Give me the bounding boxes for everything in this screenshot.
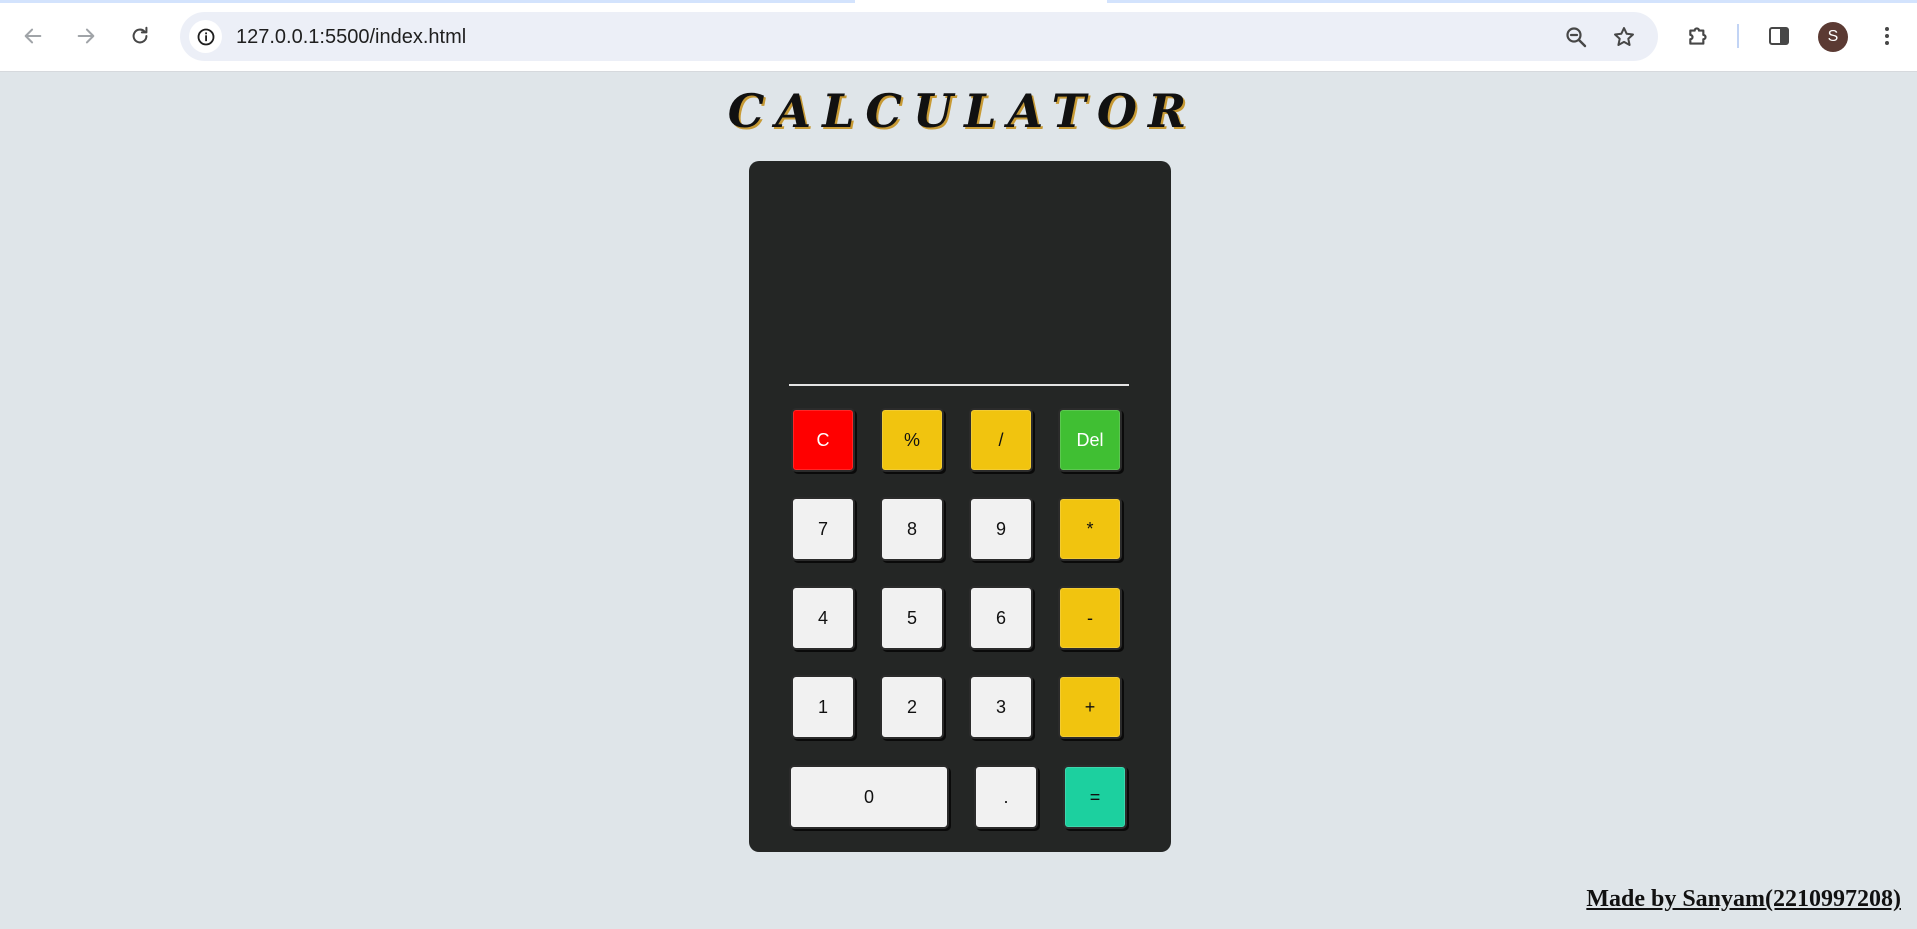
side-panel-icon: [1769, 27, 1789, 45]
reload-icon: [132, 26, 148, 44]
digit-7-button[interactable]: 7: [791, 497, 855, 561]
digit-1-button[interactable]: 1: [791, 675, 855, 739]
display-divider: [789, 384, 1129, 386]
arrow-right-icon: [77, 28, 95, 44]
zoom-out-icon: [1566, 27, 1587, 48]
divide-button[interactable]: /: [969, 408, 1033, 472]
calculator-display: [789, 201, 1129, 371]
info-icon: [197, 28, 214, 45]
browser-menu-button[interactable]: [1871, 20, 1903, 52]
multiply-button[interactable]: *: [1058, 497, 1122, 561]
digit-0-button[interactable]: 0: [789, 765, 949, 829]
arrow-left-icon: [24, 28, 42, 44]
kebab-menu-icon: [1885, 27, 1889, 45]
digit-3-button[interactable]: 3: [969, 675, 1033, 739]
back-button[interactable]: [13, 16, 53, 56]
address-bar[interactable]: 127.0.0.1:5500/index.html: [180, 12, 1658, 61]
bookmark-button[interactable]: [1610, 23, 1638, 51]
calculator: C % / Del 7 8 9 * 4 5 6 - 1 2 3 + 0 . =: [749, 161, 1171, 852]
reload-button[interactable]: [120, 16, 160, 56]
star-icon: [1614, 27, 1634, 46]
equals-button[interactable]: =: [1063, 765, 1127, 829]
clear-button[interactable]: C: [791, 408, 855, 472]
decimal-button[interactable]: .: [974, 765, 1038, 829]
tab-strip-edge: [0, 0, 1917, 3]
digit-5-button[interactable]: 5: [880, 586, 944, 650]
active-tab-edge: [855, 0, 1107, 3]
digit-8-button[interactable]: 8: [880, 497, 944, 561]
subtract-button[interactable]: -: [1058, 586, 1122, 650]
digit-4-button[interactable]: 4: [791, 586, 855, 650]
extensions-button[interactable]: [1683, 20, 1715, 52]
profile-avatar[interactable]: S: [1818, 22, 1848, 52]
side-panel-button[interactable]: [1763, 20, 1795, 52]
zoom-button[interactable]: [1562, 23, 1590, 51]
delete-button[interactable]: Del: [1058, 408, 1122, 472]
digit-6-button[interactable]: 6: [969, 586, 1033, 650]
toolbar-divider: [1737, 24, 1739, 48]
digit-9-button[interactable]: 9: [969, 497, 1033, 561]
site-info-button[interactable]: [189, 20, 222, 53]
footer-credit: Made by Sanyam(2210997208): [1586, 886, 1901, 912]
forward-button[interactable]: [66, 16, 106, 56]
digit-2-button[interactable]: 2: [880, 675, 944, 739]
add-button[interactable]: +: [1058, 675, 1122, 739]
puzzle-icon: [1689, 27, 1707, 45]
url-text[interactable]: 127.0.0.1:5500/index.html: [236, 25, 466, 49]
percent-button[interactable]: %: [880, 408, 944, 472]
browser-toolbar: 127.0.0.1:5500/index.html S: [0, 0, 1917, 72]
page-title: CALCULATOR: [727, 84, 1198, 138]
